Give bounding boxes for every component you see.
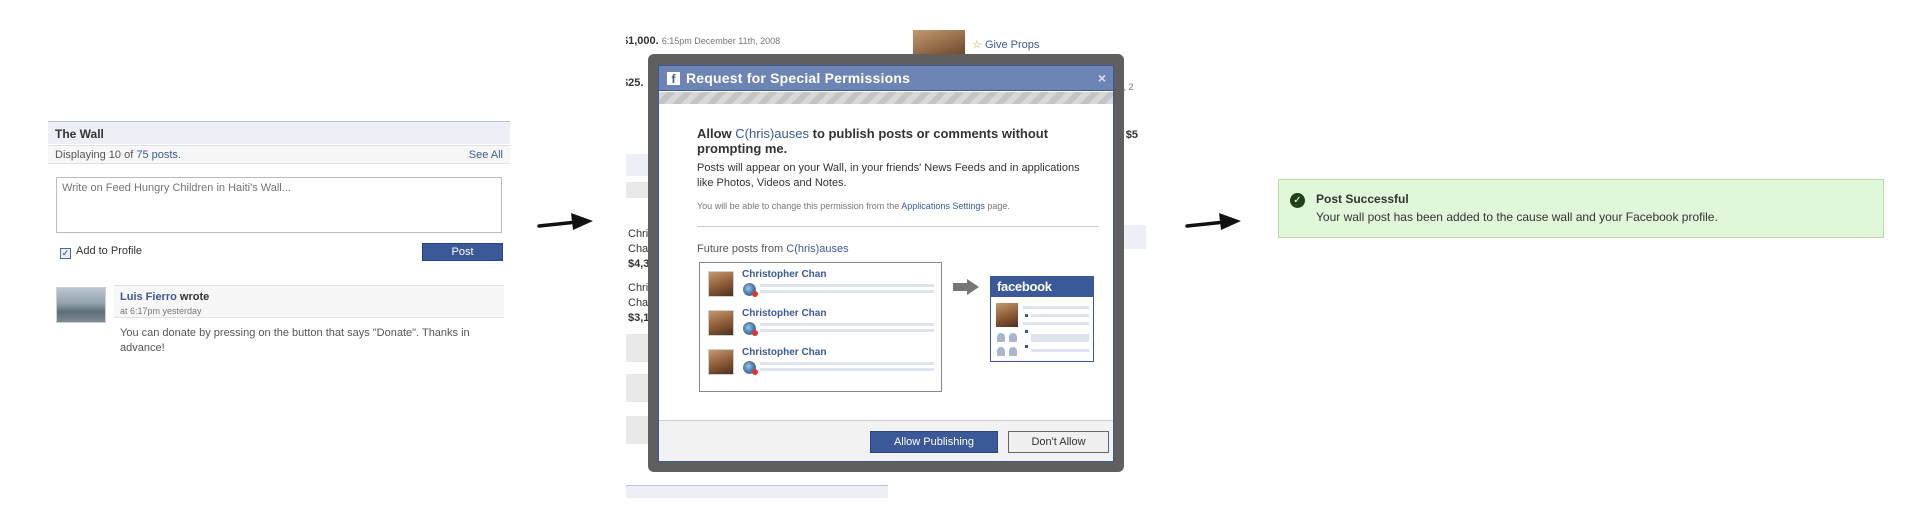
preview-name: Christopher Chan bbox=[742, 347, 827, 358]
wall-title: The Wall bbox=[55, 127, 104, 141]
person-icon bbox=[1009, 347, 1017, 356]
app-badge-icon bbox=[743, 283, 758, 297]
displaying-count: Displaying 10 of 75 posts. bbox=[55, 149, 181, 161]
add-to-profile-label: Add to Profile bbox=[76, 245, 143, 257]
preview-row: Christopher Chan bbox=[708, 347, 934, 377]
success-message: ✓ Post Successful Your wall post has bee… bbox=[1278, 179, 1884, 238]
star-icon: ☆ bbox=[972, 39, 982, 51]
profile-photo bbox=[708, 271, 734, 297]
wall-entry-header: Luis Fierro wrote at 6:17pm yesterday bbox=[114, 285, 504, 318]
app-badge-icon bbox=[743, 361, 758, 375]
add-to-profile-checkbox[interactable]: ✓ bbox=[60, 248, 71, 259]
person-icon bbox=[997, 333, 1005, 342]
placeholder-line bbox=[1023, 306, 1089, 309]
entry-message: You can donate by pressing on the button… bbox=[120, 327, 470, 354]
allow-publishing-button[interactable]: Allow Publishing bbox=[870, 431, 998, 453]
placeholder-line bbox=[760, 329, 934, 332]
see-all-link[interactable]: See All bbox=[469, 149, 503, 161]
facebook-icon: f bbox=[667, 72, 680, 86]
divider bbox=[697, 226, 1099, 227]
feed-preview: Christopher Chan Christopher Chan Christ… bbox=[699, 262, 942, 392]
future-prefix: Future posts from bbox=[697, 243, 784, 255]
bullet-icon bbox=[1025, 345, 1028, 348]
arrow-right-icon bbox=[537, 213, 593, 230]
profile-photo bbox=[996, 303, 1018, 327]
close-icon[interactable]: × bbox=[1098, 70, 1106, 86]
bullet-icon bbox=[1025, 330, 1028, 333]
success-text: Your wall post has been added to the cau… bbox=[1316, 210, 1718, 224]
add-to-profile[interactable]: ✓ Add to Profile bbox=[60, 245, 142, 259]
posts-count-link[interactable]: 75 posts. bbox=[136, 149, 181, 161]
profile-photo bbox=[708, 310, 734, 336]
displaying-prefix: Displaying 10 of bbox=[55, 149, 134, 161]
placeholder-line bbox=[1031, 314, 1089, 317]
entry-byline: Luis Fierro wrote bbox=[120, 291, 209, 303]
post-button[interactable]: Post bbox=[422, 243, 503, 261]
wall-header: The Wall bbox=[48, 121, 510, 144]
permission-note: You will be able to change this permissi… bbox=[697, 201, 1010, 211]
arrow-right-icon bbox=[1185, 213, 1241, 230]
give-props-link[interactable]: Give Props bbox=[985, 39, 1039, 51]
app-name-link[interactable]: C(hris)auses bbox=[735, 126, 809, 141]
preview-row: Christopher Chan bbox=[708, 269, 934, 299]
placeholder-line bbox=[1031, 349, 1089, 352]
permissions-dialog: f Request for Special Permissions × Allo… bbox=[648, 54, 1124, 472]
entry-verb: wrote bbox=[179, 291, 210, 303]
bg-amount-2: $25. bbox=[626, 77, 644, 89]
bg-amount-1: $1,000. 6:15pm December 11th, 2008 bbox=[626, 35, 780, 47]
person-icon bbox=[997, 347, 1005, 356]
author-link[interactable]: Luis Fierro bbox=[120, 291, 177, 303]
note-suffix: page. bbox=[987, 201, 1010, 211]
dialog-title: Request for Special Permissions bbox=[686, 70, 911, 86]
placeholder-line bbox=[760, 290, 934, 293]
app-badge-icon bbox=[743, 322, 758, 336]
success-title: Post Successful bbox=[1316, 192, 1409, 206]
avatar[interactable] bbox=[56, 287, 106, 323]
wall-subheader: Displaying 10 of 75 posts. See All bbox=[48, 145, 510, 164]
placeholder-line bbox=[1023, 322, 1089, 325]
preview-name: Christopher Chan bbox=[742, 269, 827, 280]
dialog-title-bar: f Request for Special Permissions × bbox=[659, 66, 1113, 91]
person-icon bbox=[1009, 333, 1017, 342]
bg-time-1: 6:15pm December 11th, 2008 bbox=[661, 36, 781, 46]
note-prefix: You will be able to change this permissi… bbox=[697, 201, 900, 211]
bullet-icon bbox=[1025, 314, 1028, 317]
bg-amount-1-value: $1,000. bbox=[626, 35, 659, 47]
question-prefix: Allow bbox=[697, 126, 732, 141]
future-posts-label: Future posts from C(hris)auses bbox=[697, 243, 849, 255]
give-props[interactable]: ☆ Give Props bbox=[972, 38, 1039, 51]
permission-question: Allow C(hris)auses to publish posts or c… bbox=[697, 126, 1107, 156]
entry-time: at 6:17pm yesterday bbox=[120, 306, 202, 316]
facebook-logo: facebook bbox=[991, 277, 1093, 297]
bg-bar bbox=[626, 485, 888, 498]
wall-post-input[interactable] bbox=[56, 177, 502, 233]
placeholder-line bbox=[760, 362, 934, 365]
placeholder-line bbox=[760, 323, 934, 326]
placeholder-line bbox=[1031, 334, 1089, 342]
dialog-footer: Allow Publishing Don't Allow bbox=[659, 420, 1113, 461]
dialog-stripe bbox=[659, 92, 1113, 104]
wall-panel: The Wall Displaying 10 of 75 posts. See … bbox=[48, 121, 510, 381]
preview-name: Christopher Chan bbox=[742, 308, 827, 319]
placeholder-line bbox=[760, 284, 934, 287]
facebook-preview: facebook bbox=[990, 276, 1094, 362]
dialog-body: f Request for Special Permissions × Allo… bbox=[658, 65, 1114, 462]
permission-description: Posts will appear on your Wall, in your … bbox=[697, 162, 1080, 189]
profile-photo bbox=[708, 349, 734, 375]
bg-avatar bbox=[913, 30, 965, 56]
dont-allow-button[interactable]: Don't Allow bbox=[1008, 431, 1109, 453]
checkmark-icon: ✓ bbox=[1290, 193, 1305, 208]
preview-row: Christopher Chan bbox=[708, 308, 934, 338]
future-app-link[interactable]: C(hris)auses bbox=[786, 243, 848, 255]
placeholder-line bbox=[760, 368, 934, 371]
applications-settings-link[interactable]: Applications Settings bbox=[901, 201, 985, 211]
arrow-right-icon bbox=[953, 279, 979, 295]
